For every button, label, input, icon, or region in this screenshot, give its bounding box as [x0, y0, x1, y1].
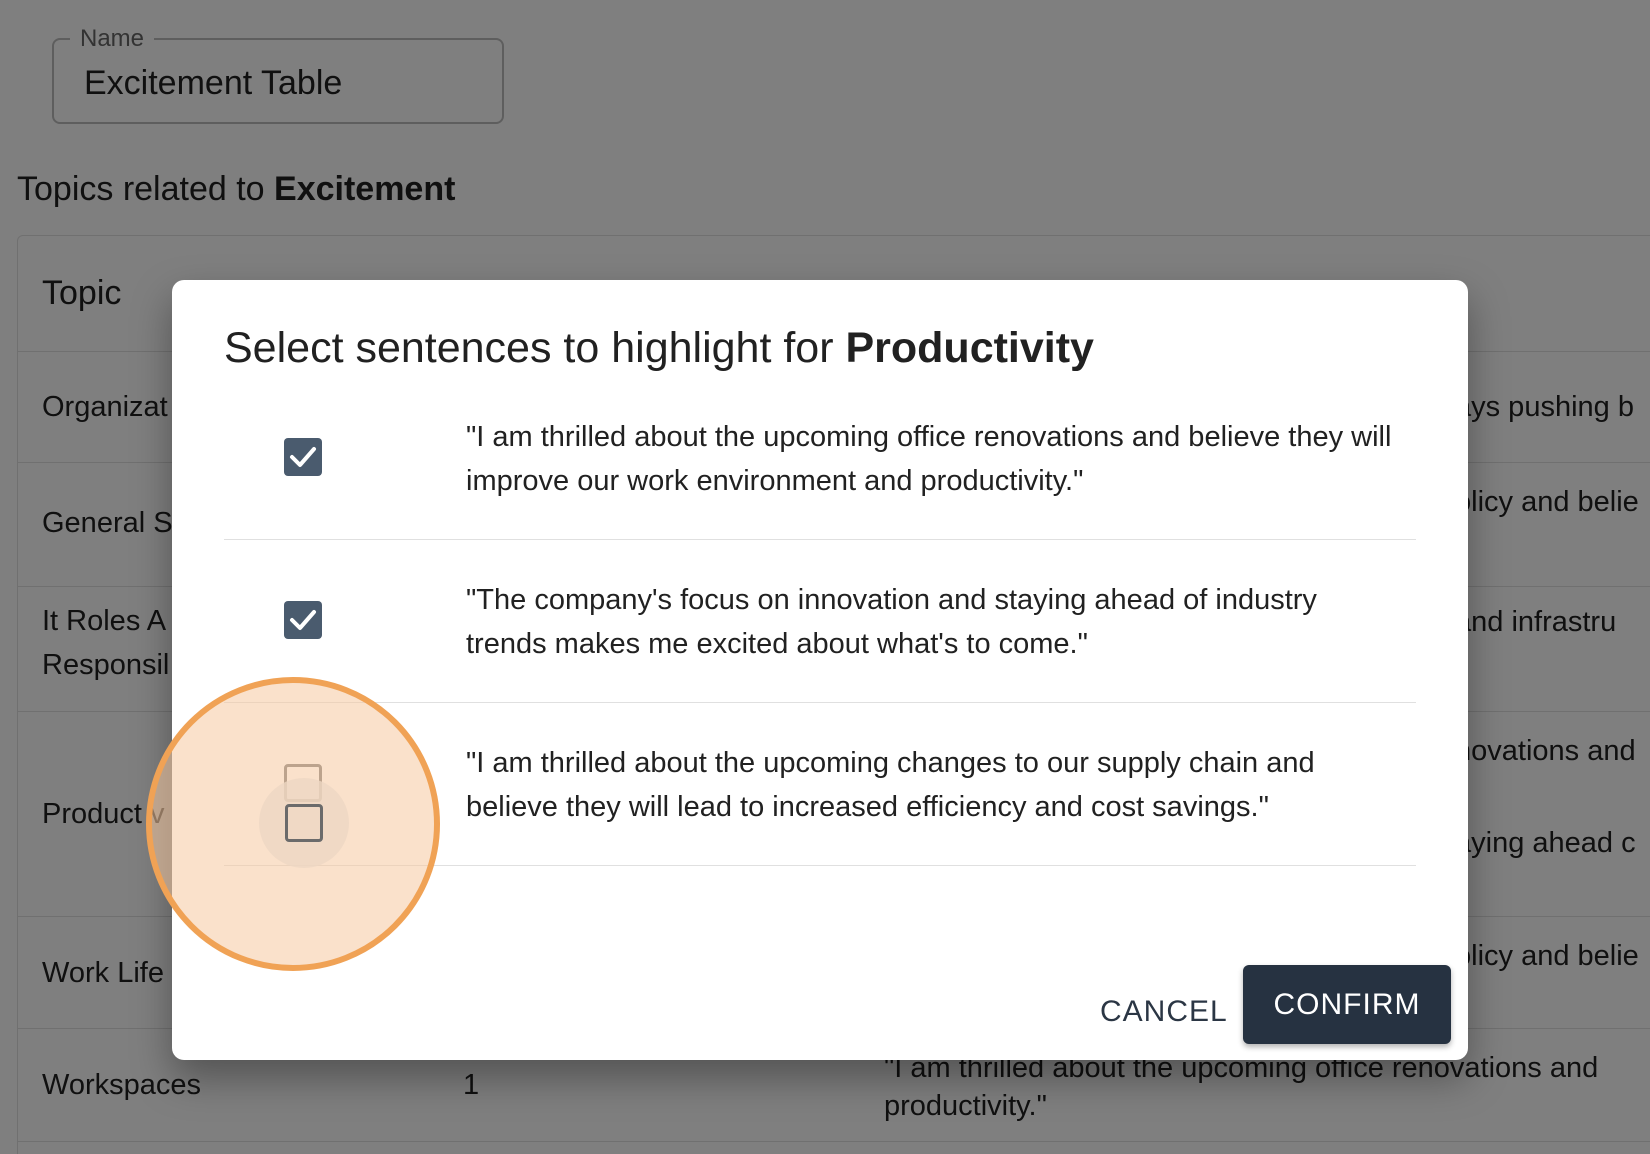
page: Name Excitement Table Topics related to …	[0, 0, 1650, 1154]
check-icon	[290, 610, 316, 630]
dialog-title: Select sentences to highlight for Produc…	[224, 324, 1094, 373]
confirm-button[interactable]: CONFIRM	[1243, 965, 1451, 1044]
highlighted-checkbox-icon[interactable]	[285, 804, 323, 842]
check-icon	[290, 447, 316, 467]
dialog-title-topic: Productivity	[845, 324, 1094, 372]
checkbox-checked[interactable]	[284, 601, 322, 639]
sentence-text: "I am thrilled about the upcoming office…	[466, 421, 1392, 497]
dialog-title-prefix: Select sentences to highlight for	[224, 324, 846, 372]
sentence-option[interactable]: "The company's focus on innovation and s…	[224, 540, 1416, 703]
sentence-option[interactable]: "I am thrilled about the upcoming office…	[224, 377, 1416, 540]
sentence-text: "The company's focus on innovation and s…	[466, 584, 1317, 660]
checkbox-checked[interactable]	[284, 438, 322, 476]
cancel-button[interactable]: CANCEL	[1078, 974, 1250, 1050]
sentence-text: "I am thrilled about the upcoming change…	[466, 747, 1315, 823]
